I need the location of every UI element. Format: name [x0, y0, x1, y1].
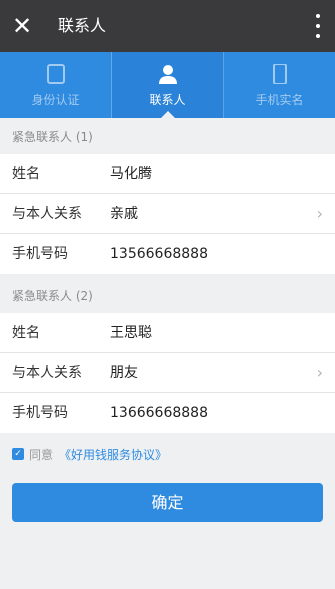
confirm-button[interactable]: 确定: [12, 483, 323, 522]
contact-2-name-row[interactable]: 姓名 王思聪: [0, 313, 335, 353]
person-icon: [158, 65, 177, 84]
title-bar: ✕ 联系人: [0, 0, 335, 52]
field-label: 手机号码: [12, 405, 68, 421]
phone-icon: [272, 64, 287, 84]
field-label: 姓名: [12, 325, 40, 341]
tab-contacts[interactable]: 联系人: [112, 52, 224, 118]
tab-identity-label: 身份认证: [31, 93, 80, 107]
field-label: 与本人关系: [12, 365, 82, 381]
contact-2-form: 姓名 王思聪 与本人关系 朋友 › 手机号码 13666668888: [0, 313, 335, 433]
tab-contacts-label: 联系人: [149, 93, 186, 107]
chevron-right-icon: ›: [316, 204, 323, 223]
field-label: 与本人关系: [12, 206, 82, 222]
contact-2-relation-value[interactable]: 朋友: [110, 353, 138, 393]
step-tabs: 身份认证 联系人 手机实名: [0, 52, 335, 118]
tab-phone-label: 手机实名: [255, 93, 304, 107]
page-title: 联系人: [58, 16, 107, 35]
tab-phone[interactable]: 手机实名: [224, 52, 335, 118]
contact-2-name-value[interactable]: 王思聪: [110, 313, 152, 353]
contact-2-phone-value[interactable]: 13666668888: [110, 393, 208, 433]
contact-1-name-value[interactable]: 马化腾: [110, 154, 152, 194]
field-label: 手机号码: [12, 246, 68, 262]
contact-2-title: 紧急联系人 (2): [0, 279, 335, 313]
contact-1-phone-row[interactable]: 手机号码 13566668888: [0, 234, 335, 274]
contact-1-form: 姓名 马化腾 与本人关系 亲戚 › 手机号码 13566668888: [0, 154, 335, 274]
contact-1-name-row[interactable]: 姓名 马化腾: [0, 154, 335, 194]
tab-identity[interactable]: 身份认证: [0, 52, 112, 118]
more-vertical-icon[interactable]: [315, 14, 321, 38]
contact-2-relation-row[interactable]: 与本人关系 朋友 ›: [0, 353, 335, 393]
agreement-checkbox[interactable]: ✓: [12, 448, 24, 460]
contact-1-relation-value[interactable]: 亲戚: [110, 194, 138, 234]
agreement-link[interactable]: 《好用钱服务协议》: [59, 446, 167, 463]
contact-1-title: 紧急联系人 (1): [0, 120, 335, 154]
agreement-row: ✓ 同意 《好用钱服务协议》: [12, 444, 167, 464]
id-card-icon: [46, 64, 65, 84]
contact-1-phone-value[interactable]: 13566668888: [110, 234, 208, 274]
close-icon[interactable]: ✕: [10, 12, 34, 40]
agreement-prefix: 同意: [29, 447, 54, 462]
chevron-right-icon: ›: [316, 363, 323, 382]
contact-1-relation-row[interactable]: 与本人关系 亲戚 ›: [0, 194, 335, 234]
field-label: 姓名: [12, 166, 40, 182]
contact-2-phone-row[interactable]: 手机号码 13666668888: [0, 393, 335, 433]
